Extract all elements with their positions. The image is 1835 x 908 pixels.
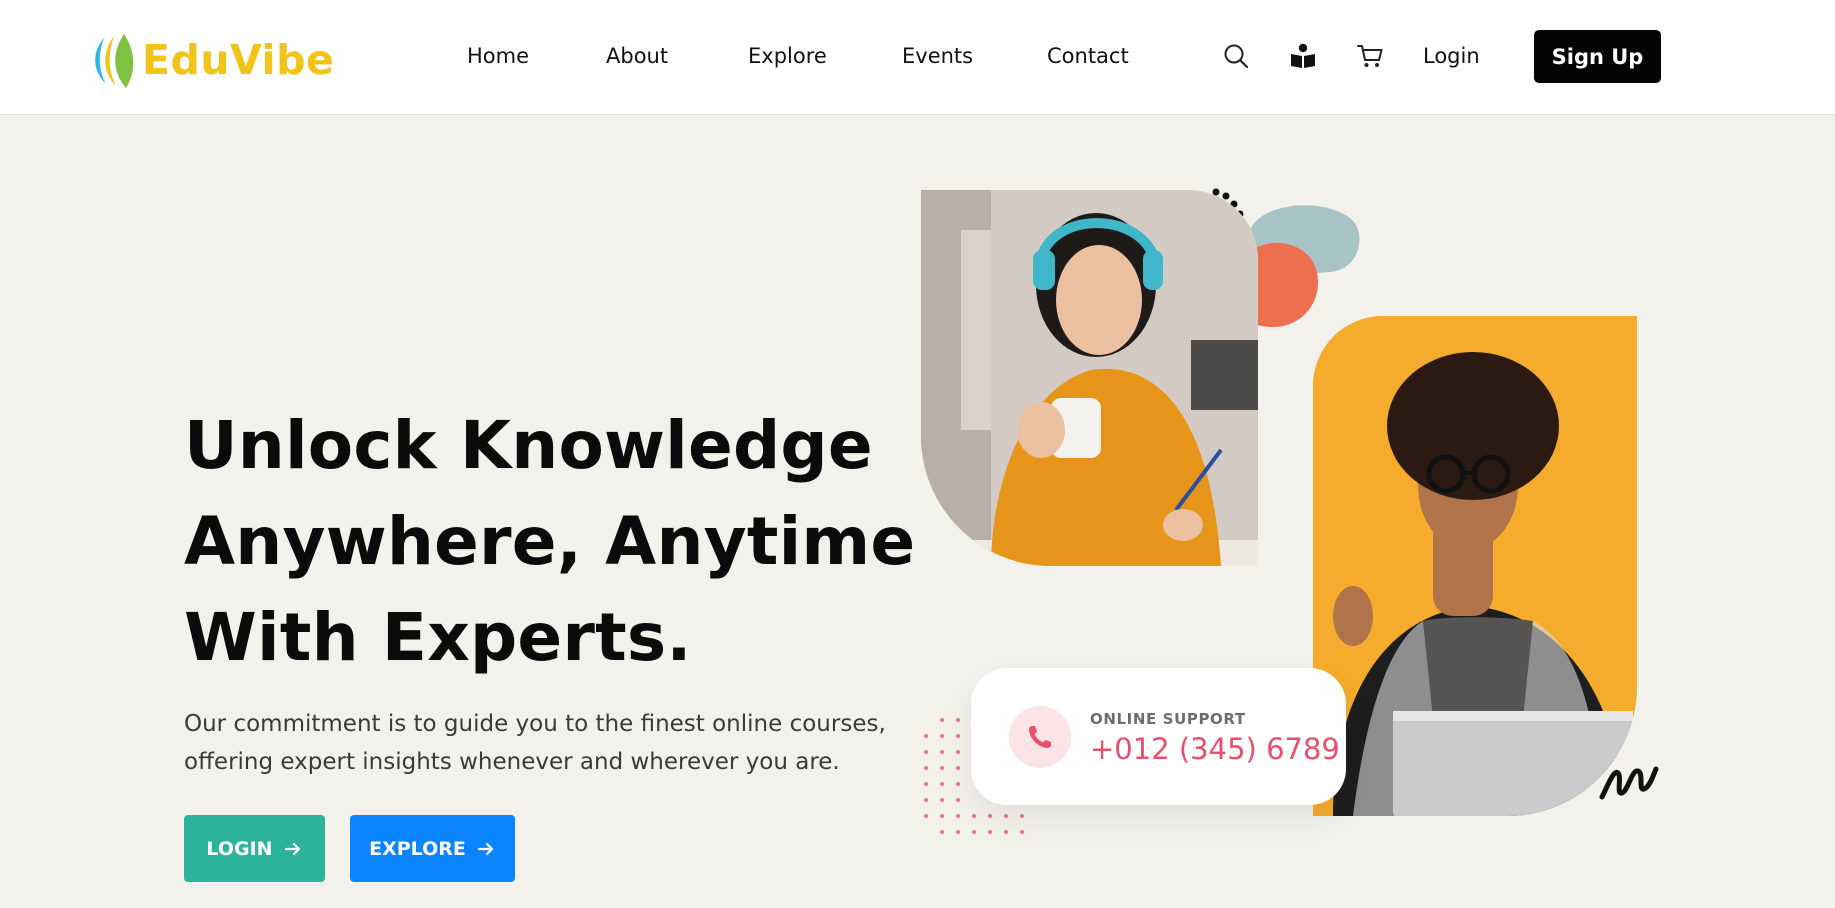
student-woman-illustration	[921, 190, 1258, 566]
cart-icon[interactable]	[1356, 42, 1384, 70]
nav-about[interactable]: About	[606, 44, 668, 68]
student-man-illustration	[1313, 316, 1637, 816]
student-woman-photo	[921, 190, 1258, 566]
decorative-squiggle	[1599, 766, 1659, 800]
hero-description-line-2: offering expert insights whenever and wh…	[184, 749, 840, 775]
search-icon[interactable]	[1222, 42, 1250, 70]
nav-events[interactable]: Events	[902, 44, 973, 68]
logo-text: EduVibe	[142, 36, 335, 84]
support-phone-number[interactable]: +012 (345) 6789	[1090, 732, 1340, 766]
hero-login-button[interactable]: LOGIN	[184, 815, 325, 882]
online-support-card[interactable]: ONLINE SUPPORT +012 (345) 6789	[971, 668, 1346, 805]
nav-contact[interactable]: Contact	[1047, 44, 1129, 68]
hero-description: Our commitment is to guide you to the fi…	[184, 705, 904, 781]
support-label: ONLINE SUPPORT	[1090, 710, 1246, 728]
hero-explore-button[interactable]: EXPLORE	[350, 815, 515, 882]
hero-login-label: LOGIN	[206, 837, 273, 860]
hero-description-line-1: Our commitment is to guide you to the fi…	[184, 711, 886, 737]
student-man-photo	[1313, 316, 1637, 816]
hero-explore-label: EXPLORE	[369, 837, 466, 860]
nav-explore[interactable]: Explore	[748, 44, 827, 68]
header-login-link[interactable]: Login	[1423, 44, 1480, 68]
phone-icon-badge	[1009, 706, 1071, 768]
eduvibe-logo[interactable]: EduVibe	[90, 30, 334, 90]
arrow-right-icon	[477, 842, 493, 855]
hero-title: Unlock Knowledge Anywhere, Anytime With …	[184, 398, 916, 686]
logo-mark-icon	[95, 34, 134, 88]
hero-title-line-2: Anywhere, Anytime	[184, 503, 916, 580]
phone-icon	[1029, 726, 1051, 748]
signup-button[interactable]: Sign Up	[1534, 30, 1661, 83]
book-reader-icon[interactable]	[1289, 42, 1317, 70]
nav-home[interactable]: Home	[467, 44, 529, 68]
hero-title-line-3: With Experts.	[184, 599, 692, 676]
arrow-right-icon	[284, 842, 300, 855]
hero-title-line-1: Unlock Knowledge	[184, 407, 873, 484]
site-header: EduVibe Home About Explore Events Contac…	[0, 0, 1835, 115]
